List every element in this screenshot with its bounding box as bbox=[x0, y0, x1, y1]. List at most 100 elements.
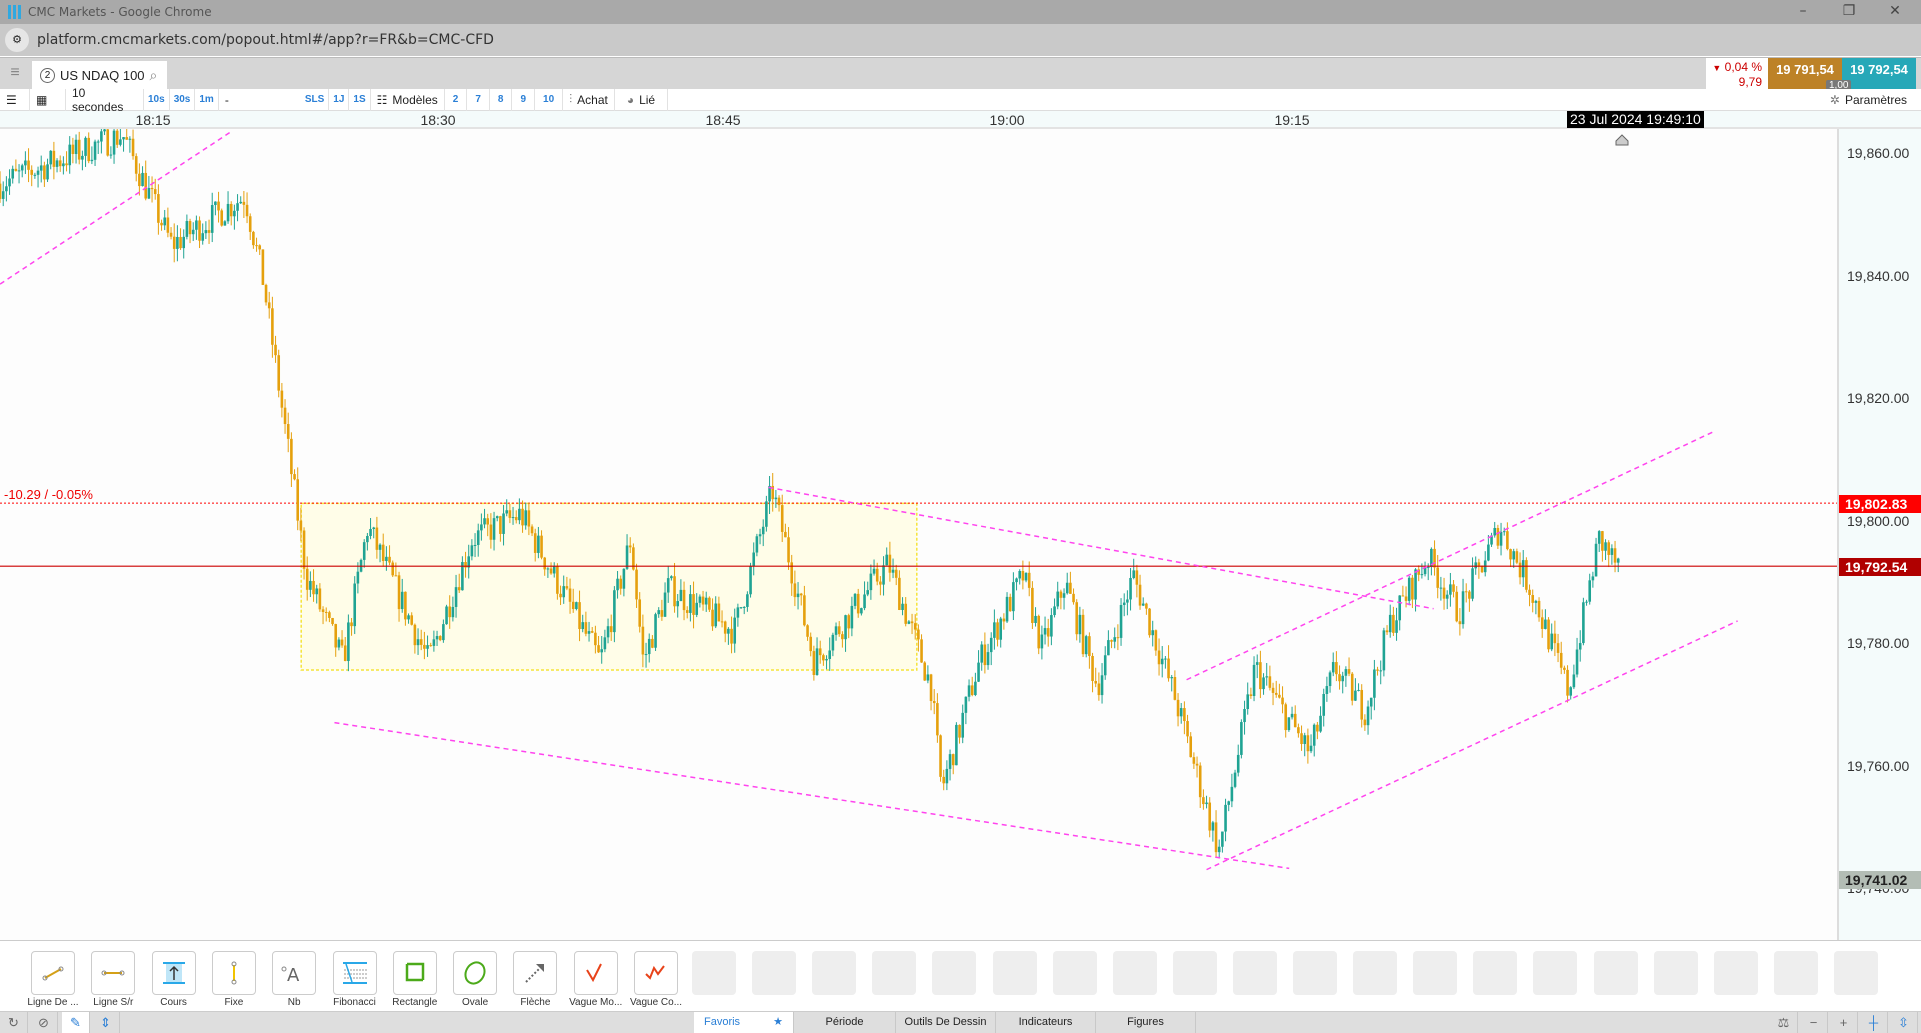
layout-grid-icon[interactable]: ▦ bbox=[30, 88, 66, 111]
empty-tool-slot[interactable] bbox=[752, 951, 797, 995]
settings-button[interactable]: ✲ Paramètres bbox=[1824, 89, 1913, 111]
preset-10[interactable]: 10 bbox=[535, 88, 564, 111]
empty-tool-slot[interactable] bbox=[1593, 951, 1638, 995]
range-1s[interactable]: 1S bbox=[349, 88, 371, 111]
tool-support-resistance-line[interactable] bbox=[91, 951, 136, 995]
empty-tool-slot[interactable] bbox=[692, 951, 736, 995]
empty-tool-slot[interactable] bbox=[812, 951, 857, 995]
templates-icon: ☷ bbox=[376, 92, 388, 107]
empty-tool-slot[interactable] bbox=[1713, 951, 1758, 995]
empty-tool-slot[interactable] bbox=[1773, 951, 1818, 995]
chart-list-icon[interactable]: ☰ bbox=[0, 88, 30, 111]
candle bbox=[236, 203, 239, 211]
time-axis[interactable]: 18:15 18:30 18:45 19:00 19:15 23 Jul 202… bbox=[0, 111, 1921, 129]
empty-tool-slot[interactable] bbox=[872, 951, 917, 995]
empty-tool-slot[interactable] bbox=[932, 951, 977, 995]
crosshair-icon[interactable]: ┼ bbox=[1860, 1012, 1888, 1033]
tool-label: Vague Co... bbox=[629, 997, 683, 1008]
pencil-icon[interactable]: ✎ bbox=[62, 1012, 90, 1033]
refresh-icon[interactable]: ↻ bbox=[0, 1012, 28, 1033]
candle bbox=[1021, 570, 1025, 581]
interval-select[interactable]: 10 secondes bbox=[66, 86, 144, 114]
candle bbox=[499, 516, 502, 534]
tool-corrective-wave[interactable] bbox=[634, 951, 678, 995]
tab-outils-de-dessin[interactable]: Outils De Dessin bbox=[896, 1012, 996, 1033]
tool-price-range[interactable] bbox=[151, 951, 196, 995]
empty-tool-slot[interactable] bbox=[1112, 951, 1157, 995]
empty-tool-slot[interactable] bbox=[1353, 951, 1398, 995]
empty-tool-slot[interactable] bbox=[1653, 951, 1698, 995]
preset-2[interactable]: 2 bbox=[445, 88, 468, 111]
close-button[interactable]: ✕ bbox=[1872, 0, 1918, 24]
buy-button[interactable]: 19 792,54 bbox=[1842, 58, 1916, 90]
clear-icon[interactable]: ⊘ bbox=[30, 1012, 58, 1033]
empty-tool-slot[interactable] bbox=[1833, 951, 1878, 995]
interval-custom[interactable]: - bbox=[219, 89, 301, 111]
candle bbox=[1369, 697, 1373, 707]
preset-8[interactable]: 8 bbox=[490, 88, 513, 111]
zoom-in-icon[interactable]: + bbox=[1830, 1012, 1858, 1033]
price-axis[interactable]: 19,860.00 19,840.00 19,820.00 19,800.00 … bbox=[1837, 129, 1921, 940]
price-chart[interactable] bbox=[0, 129, 1837, 940]
candle bbox=[777, 497, 781, 506]
hamburger-menu-icon[interactable]: ≡ bbox=[0, 58, 30, 90]
empty-tool-slot[interactable] bbox=[1473, 951, 1518, 995]
tool-fixed-line[interactable] bbox=[211, 951, 256, 995]
candle bbox=[454, 587, 458, 607]
reset-zoom-icon[interactable]: ⚖ bbox=[1770, 1012, 1798, 1033]
tool-oval[interactable] bbox=[453, 951, 498, 995]
empty-tool-slot[interactable] bbox=[1052, 951, 1097, 995]
price-type-button[interactable]: ⫶ Achat bbox=[563, 88, 615, 111]
tool-arrow[interactable] bbox=[513, 951, 558, 995]
oval-icon bbox=[464, 961, 486, 985]
tab-favoris[interactable]: Favoris ★ bbox=[694, 1012, 794, 1033]
tab-periode[interactable]: Période bbox=[794, 1012, 896, 1033]
tab-indicateurs[interactable]: Indicateurs bbox=[996, 1012, 1096, 1033]
candle bbox=[166, 217, 170, 233]
empty-tool-slot[interactable] bbox=[1172, 951, 1217, 995]
fixed-line-icon bbox=[231, 961, 237, 985]
restore-button[interactable]: ❐ bbox=[1826, 0, 1872, 24]
tool-trendline[interactable] bbox=[31, 951, 75, 995]
candle bbox=[416, 639, 420, 646]
tool-text[interactable]: A bbox=[272, 951, 317, 995]
tool-rectangle[interactable] bbox=[392, 951, 437, 995]
site-settings-icon[interactable]: ⚙ bbox=[5, 28, 29, 52]
search-icon[interactable]: ⌕ bbox=[150, 67, 158, 84]
interval-1m[interactable]: 1m bbox=[195, 88, 219, 111]
interval-10s[interactable]: 10s bbox=[144, 88, 170, 111]
range-1j[interactable]: 1J bbox=[329, 88, 350, 111]
interval-30s[interactable]: 30s bbox=[170, 88, 196, 111]
candle bbox=[8, 178, 11, 187]
candle bbox=[103, 129, 106, 132]
templates-button[interactable]: ☷ Modèles bbox=[371, 88, 445, 111]
empty-tool-slot[interactable] bbox=[1413, 951, 1458, 995]
candle bbox=[442, 624, 445, 641]
candle bbox=[179, 236, 182, 249]
preset-7[interactable]: 7 bbox=[467, 88, 490, 111]
candle bbox=[1157, 650, 1161, 665]
tool-fibonacci[interactable] bbox=[332, 951, 377, 995]
linked-button[interactable]: ◕ Lié bbox=[615, 88, 669, 111]
candle bbox=[676, 601, 680, 607]
preset-9[interactable]: 9 bbox=[512, 88, 536, 111]
candle bbox=[1202, 797, 1205, 805]
empty-tool-slot[interactable] bbox=[992, 951, 1037, 995]
candle bbox=[850, 605, 854, 629]
zoom-out-icon[interactable]: − bbox=[1800, 1012, 1828, 1033]
range-sls[interactable]: SLS bbox=[301, 88, 330, 111]
scale-icon[interactable]: ⇳ bbox=[1890, 1012, 1918, 1033]
candle bbox=[603, 637, 607, 650]
candle bbox=[682, 589, 686, 611]
tool-motive-wave[interactable] bbox=[573, 951, 618, 995]
candle bbox=[882, 565, 885, 585]
url-text[interactable]: platform.cmcmarkets.com/popout.html#/app… bbox=[37, 32, 494, 48]
candle bbox=[397, 575, 401, 610]
empty-tool-slot[interactable] bbox=[1232, 951, 1277, 995]
minimize-button[interactable]: – bbox=[1780, 0, 1826, 24]
sort-icon[interactable]: ⇕ bbox=[92, 1012, 120, 1033]
candle bbox=[926, 674, 930, 681]
empty-tool-slot[interactable] bbox=[1293, 951, 1337, 995]
empty-tool-slot[interactable] bbox=[1533, 951, 1578, 995]
tab-figures[interactable]: Figures bbox=[1096, 1012, 1196, 1033]
